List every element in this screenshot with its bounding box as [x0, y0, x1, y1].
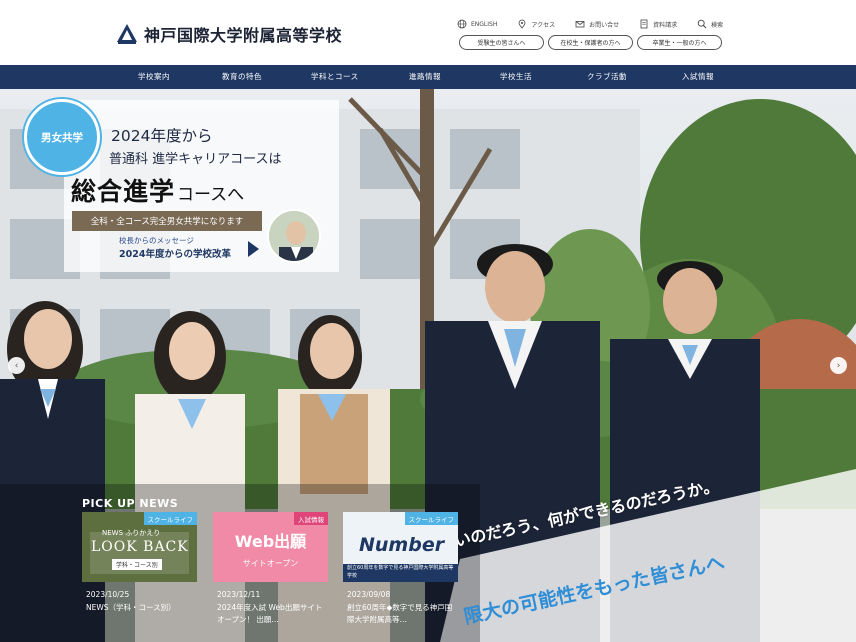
promo-line-2: 普通科 進学キャリアコースは: [109, 152, 282, 167]
english-link[interactable]: ENGLISH: [457, 19, 497, 29]
next-slide-button[interactable]: ›: [830, 357, 847, 374]
coed-badge: 男女共学: [24, 99, 100, 175]
promo-coed-bar: 全科・全コース完全男女共学になります: [72, 211, 262, 231]
school-logo[interactable]: 神戸国際大学附属高等学校: [116, 22, 342, 46]
promo-headline-suffix: コースへ: [177, 185, 245, 205]
principal-message-caption: 校長からのメッセージ: [119, 236, 194, 245]
nav-item-features[interactable]: 教育の特色: [222, 65, 262, 89]
play-arrow-icon[interactable]: [248, 241, 259, 257]
utility-links: ENGLISH アクセス お問い合せ 資料請求 検索: [457, 19, 743, 29]
news-thumbnail: NEWS ふりかえり LOOK BACK 学科・コース別 スクールライフ: [82, 512, 197, 582]
contact-link-label: お問い合せ: [589, 21, 620, 29]
nav-item-school-life[interactable]: 学校生活: [500, 65, 532, 89]
alumni-button[interactable]: 卒業生・一般の方へ: [637, 35, 722, 50]
school-emblem-icon: [116, 23, 138, 45]
document-icon: [639, 19, 649, 29]
nav-item-career[interactable]: 進路情報: [409, 65, 441, 89]
nav-item-courses[interactable]: 学科とコース: [311, 65, 359, 89]
promo-headline: 総合進学 コースへ: [71, 172, 244, 208]
nav-item-about[interactable]: 学校案内: [138, 65, 170, 89]
prev-slide-button[interactable]: ‹: [8, 357, 25, 374]
location-pin-icon: [517, 19, 527, 29]
audience-buttons: 受験生の皆さんへ 在校生・保護者の方へ 卒業生・一般の方へ: [459, 35, 726, 50]
pickup-news-heading: PICK UP NEWS: [82, 497, 179, 510]
coed-promo-banner[interactable]: 2024年度から 普通科 進学キャリアコースは 総合進学 コースへ 全科・全コース…: [64, 100, 339, 272]
news-date: 2023/10/25: [86, 590, 130, 599]
news-title: 創立60周年◆数字で見る神戸国際大学附属高等…: [347, 603, 453, 624]
news-thumb-title: Number: [359, 534, 445, 556]
news-thumbnail: Number 創立60周年を数字で見る神戸国際大学附属高等学校 スクールライフ: [343, 512, 458, 582]
main-nav: 学校案内 教育の特色 学科とコース 進路情報 学校生活 クラブ活動 入試情報: [0, 65, 856, 89]
principal-message-title[interactable]: 2024年度からの学校改革: [119, 246, 231, 260]
news-date: 2023/09/08: [347, 590, 391, 599]
access-link[interactable]: アクセス: [517, 19, 555, 29]
news-thumb-sub: サイトオープン: [242, 559, 299, 568]
news-title: NEWS（学科・コース別）: [86, 603, 176, 612]
news-category-tag: スクールライフ: [404, 512, 458, 525]
brochure-link-label: 資料請求: [653, 21, 678, 29]
promo-headline-main: 総合進学: [71, 177, 176, 206]
principal-photo: [267, 209, 321, 263]
site-header: 神戸国際大学附属高等学校 ENGLISH アクセス お問い合せ 資料請求 検索 …: [0, 0, 856, 65]
nav-item-clubs[interactable]: クラブ活動: [587, 65, 627, 89]
news-thumb-caption: NEWS ふりかえり: [102, 529, 161, 537]
news-category-tag: 入試情報: [294, 512, 328, 525]
contact-link[interactable]: お問い合せ: [575, 19, 619, 29]
brochure-link[interactable]: 資料請求: [639, 19, 677, 29]
news-thumb-title: LOOK BACK: [91, 539, 189, 555]
english-link-label: ENGLISH: [471, 20, 498, 28]
school-name: 神戸国際大学附属高等学校: [144, 26, 343, 45]
news-thumb-title: Web出願: [234, 532, 307, 551]
search-link-label: 検索: [711, 21, 724, 29]
news-thumb-sub: 学科・コース別: [112, 559, 162, 570]
current-students-button[interactable]: 在校生・保護者の方へ: [548, 35, 633, 50]
chevron-right-icon: ›: [836, 360, 841, 371]
mail-icon: [575, 19, 585, 29]
news-card[interactable]: Number 創立60周年を数字で見る神戸国際大学附属高等学校 スクールライフ …: [343, 512, 458, 642]
news-title: 2024年度入試 Web出願サイトオープン！ 出願…: [217, 603, 323, 624]
search-icon: [697, 19, 707, 29]
globe-icon: [457, 19, 467, 29]
prospective-students-button[interactable]: 受験生の皆さんへ: [459, 35, 544, 50]
coed-badge-label: 男女共学: [41, 131, 83, 144]
promo-line-1: 2024年度から: [111, 127, 213, 145]
news-category-tag: スクールライフ: [143, 512, 197, 525]
news-thumb-sub: 創立60周年を数字で見る神戸国際大学附属高等学校: [347, 565, 454, 579]
access-link-label: アクセス: [531, 21, 556, 29]
news-thumbnail: Web出願 サイトオープン 入試情報: [213, 512, 328, 582]
news-date: 2023/12/11: [217, 590, 261, 599]
news-card[interactable]: NEWS ふりかえり LOOK BACK 学科・コース別 スクールライフ 202…: [82, 512, 197, 642]
nav-item-admissions[interactable]: 入試情報: [682, 65, 714, 89]
chevron-left-icon: ‹: [14, 360, 19, 371]
search-link[interactable]: 検索: [697, 19, 723, 29]
news-card[interactable]: Web出願 サイトオープン 入試情報 2023/12/11 2024年度入試 W…: [213, 512, 328, 642]
